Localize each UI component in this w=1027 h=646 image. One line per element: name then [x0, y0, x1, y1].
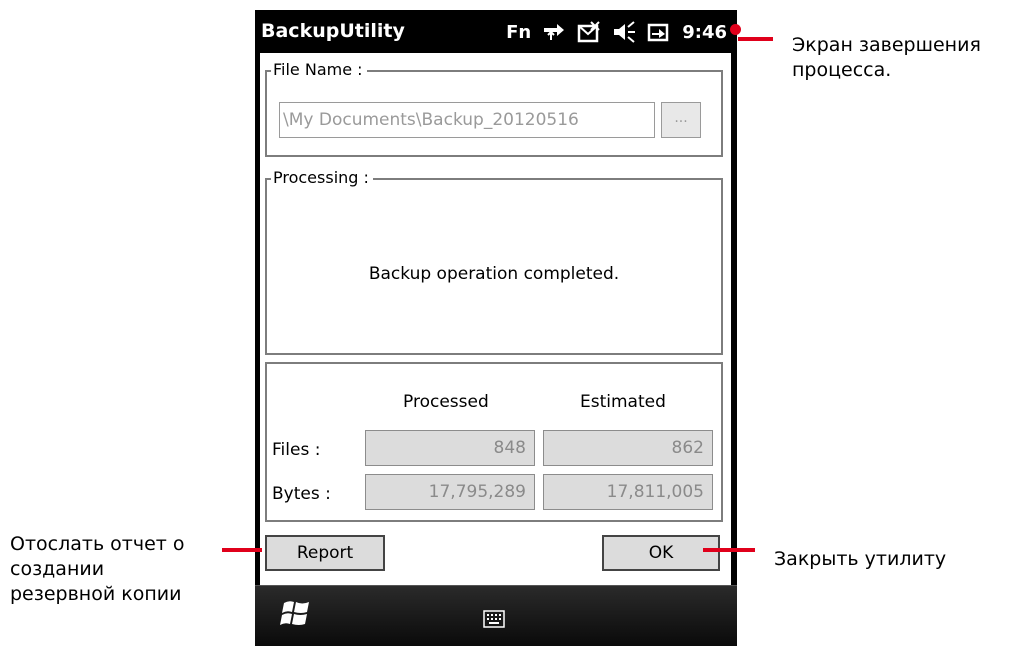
annotation-line: процесса.	[792, 59, 892, 81]
col-header-estimated: Estimated	[580, 392, 666, 412]
file-name-legend: File Name :	[271, 60, 367, 79]
title-bar: BackupUtility Fn 9:46	[255, 10, 737, 53]
device-screen: BackupUtility Fn 9:46 File Name: \My Do…	[255, 10, 737, 646]
annotation-line: создании	[10, 558, 105, 580]
fn-indicator: Fn	[506, 21, 532, 43]
file-name-group: File Name : \My Documents\Backup_2012051…	[265, 60, 723, 157]
message-icon[interactable]	[577, 21, 601, 43]
bytes-estimated-field: 17,811,005	[543, 474, 713, 510]
windows-start-icon[interactable]	[279, 599, 313, 633]
app-title: BackupUtility	[261, 20, 405, 42]
files-processed-field: 848	[365, 430, 535, 466]
battery-charging-icon[interactable]	[647, 21, 671, 43]
annotation-completion-screen: Экран завершения процесса.	[792, 33, 981, 83]
files-estimated-field: 862	[543, 430, 713, 466]
callout-line-left	[222, 548, 262, 552]
processing-group: Processing : Backup operation completed.	[265, 168, 723, 355]
annotation-line: резервной копии	[10, 583, 182, 605]
files-label: Files :	[272, 440, 321, 460]
browse-button[interactable]: ...	[661, 102, 701, 138]
backup-path-input[interactable]: \My Documents\Backup_20120516	[279, 102, 655, 138]
app-body: File Name : \My Documents\Backup_2012051…	[260, 53, 731, 585]
col-header-processed: Processed	[403, 392, 489, 412]
annotation-report: Отослать отчет о создании резервной копи…	[10, 532, 185, 607]
keyboard-icon[interactable]	[483, 610, 505, 632]
processing-legend: Processing :	[271, 168, 373, 187]
bytes-label: Bytes :	[272, 484, 331, 504]
taskbar	[255, 585, 737, 646]
ok-button[interactable]: OK	[602, 535, 720, 571]
status-message: Backup operation completed.	[368, 264, 620, 284]
report-button[interactable]: Report	[265, 535, 385, 571]
status-area: Fn 9:46	[506, 19, 727, 45]
annotation-close: Закрыть утилиту	[774, 548, 947, 570]
bytes-processed-field: 17,795,289	[365, 474, 535, 510]
callout-line-right	[703, 548, 755, 552]
callout-line-top-right	[738, 37, 773, 41]
callout-dot	[730, 24, 741, 35]
stats-group: Processed Estimated Files : 848 862 Byte…	[265, 362, 723, 522]
network-arrows-icon[interactable]	[542, 21, 566, 43]
clock: 9:46	[682, 21, 727, 43]
annotation-line: Отослать отчет о	[10, 533, 185, 555]
volume-icon[interactable]	[612, 21, 636, 43]
annotation-line: Экран завершения	[792, 34, 981, 56]
